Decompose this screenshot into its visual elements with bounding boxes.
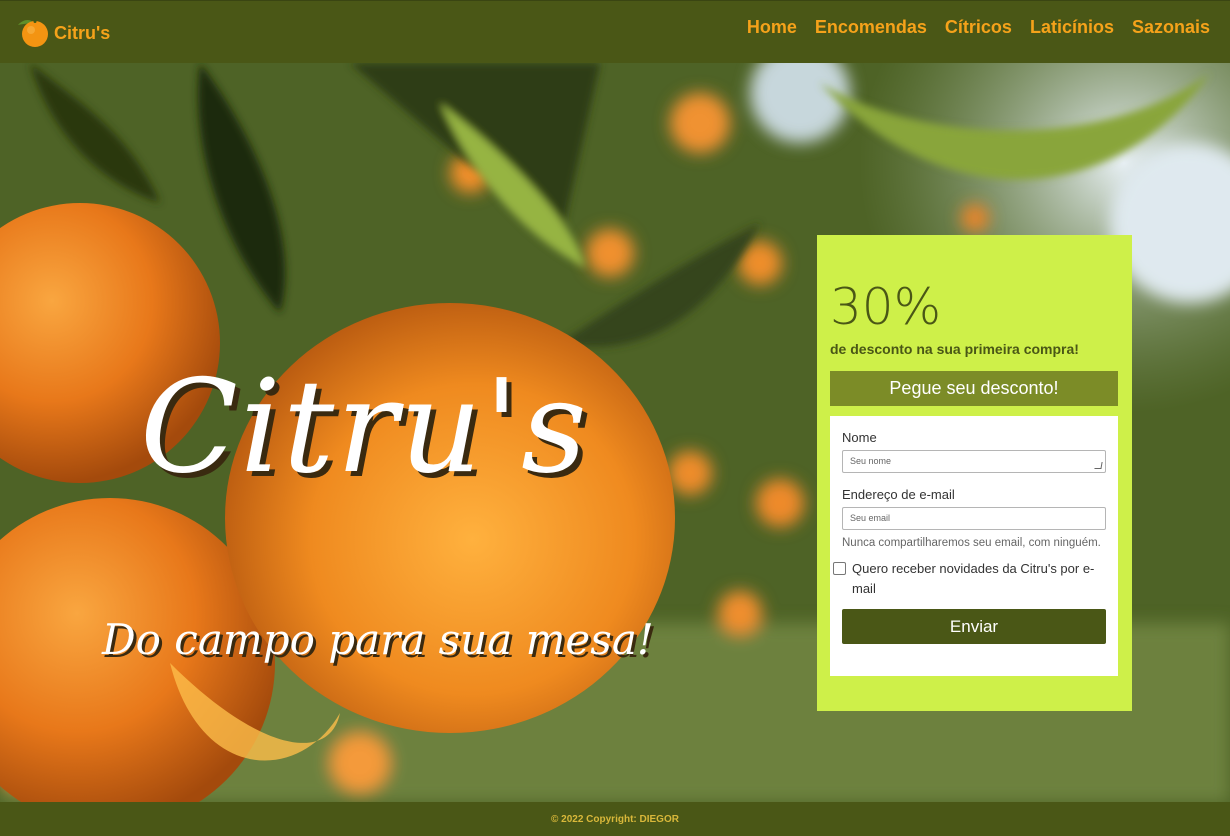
main-nav: Home Encomendas Cítricos Laticínios Sazo… — [747, 15, 1210, 39]
copyright-text: © 2022 Copyright: DIEGOR — [551, 813, 679, 825]
nav-item-home[interactable]: Home — [747, 15, 797, 39]
nav-item-encomendas[interactable]: Encomendas — [815, 15, 927, 39]
orange-logo-icon — [14, 15, 50, 49]
hero-title: Citru's — [140, 353, 589, 502]
newsletter-checkbox[interactable] — [833, 562, 846, 575]
newsletter-label[interactable]: Quero receber novidades da Citru's por e… — [852, 559, 1106, 599]
email-field[interactable]: Seu email — [842, 507, 1106, 530]
submit-button[interactable]: Enviar — [842, 609, 1106, 644]
email-help-text: Nunca compartilharemos seu email, com ni… — [842, 537, 1101, 549]
brand-name: Citru's — [54, 22, 111, 43]
discount-description: de desconto na sua primeira compra! — [830, 341, 1079, 357]
discount-percent: 30% — [830, 278, 942, 336]
nav-item-sazonais[interactable]: Sazonais — [1132, 15, 1210, 39]
nav-item-laticinios[interactable]: Laticínios — [1030, 15, 1114, 39]
name-group: Nome Seu nome — [842, 430, 1106, 473]
get-discount-button[interactable]: Pegue seu desconto! — [830, 371, 1118, 406]
email-group: Endereço de e-mail Seu email Nunca compa… — [842, 487, 1106, 551]
footer: © 2022 Copyright: DIEGOR — [0, 802, 1230, 836]
hero-section: Citru's Do campo para sua mesa! 30% de d… — [0, 63, 1230, 802]
hero-subtitle: Do campo para sua mesa! — [102, 615, 654, 664]
newsletter-row: Quero receber novidades da Citru's por e… — [833, 559, 1106, 599]
signup-form: Nome Seu nome Endereço de e-mail Seu ema… — [830, 416, 1118, 676]
navbar: Citru's Home Encomendas Cítricos Laticín… — [0, 0, 1230, 63]
name-field[interactable]: Seu nome — [842, 450, 1106, 473]
promo-panel: 30% de desconto na sua primeira compra! … — [817, 235, 1132, 711]
name-label: Nome — [842, 430, 877, 445]
brand-link[interactable]: Citru's — [14, 15, 110, 49]
email-label: Endereço de e-mail — [842, 487, 955, 502]
nav-item-citricos[interactable]: Cítricos — [945, 15, 1012, 39]
